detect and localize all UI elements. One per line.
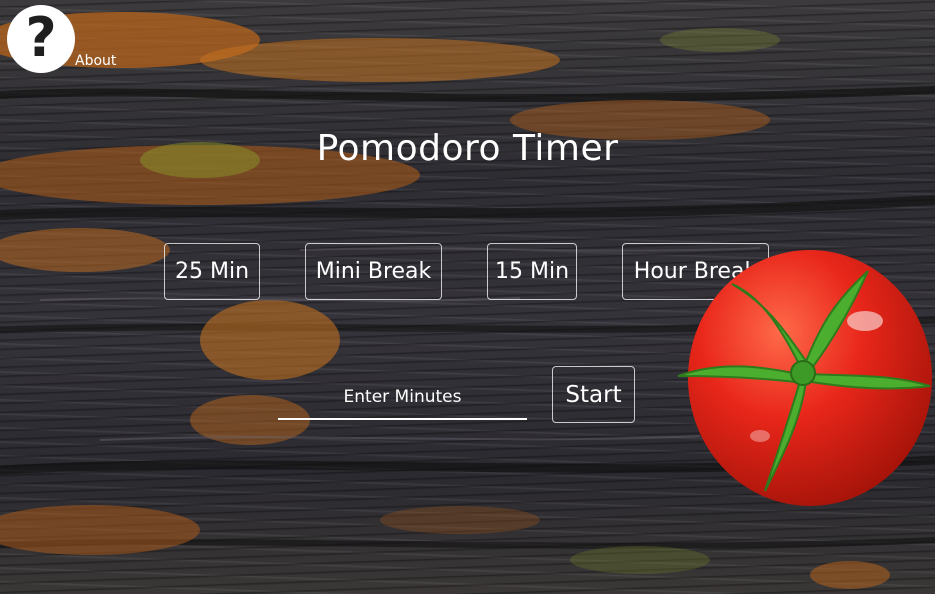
preset-15-min-button[interactable]: 15 Min — [487, 243, 577, 300]
preset-hour-break-button[interactable]: Hour Break — [622, 243, 769, 300]
page-title: Pomodoro Timer — [316, 128, 619, 169]
wood-texture — [0, 12, 935, 589]
about-button[interactable]: ? — [7, 5, 75, 73]
wood-background — [0, 0, 935, 594]
minutes-input[interactable] — [278, 376, 527, 420]
start-button[interactable]: Start — [552, 366, 635, 423]
about-label[interactable]: About — [75, 53, 116, 69]
preset-mini-break-button[interactable]: Mini Break — [305, 243, 442, 300]
question-circle-icon: ? — [25, 6, 57, 69]
preset-25-min-button[interactable]: 25 Min — [164, 243, 260, 300]
